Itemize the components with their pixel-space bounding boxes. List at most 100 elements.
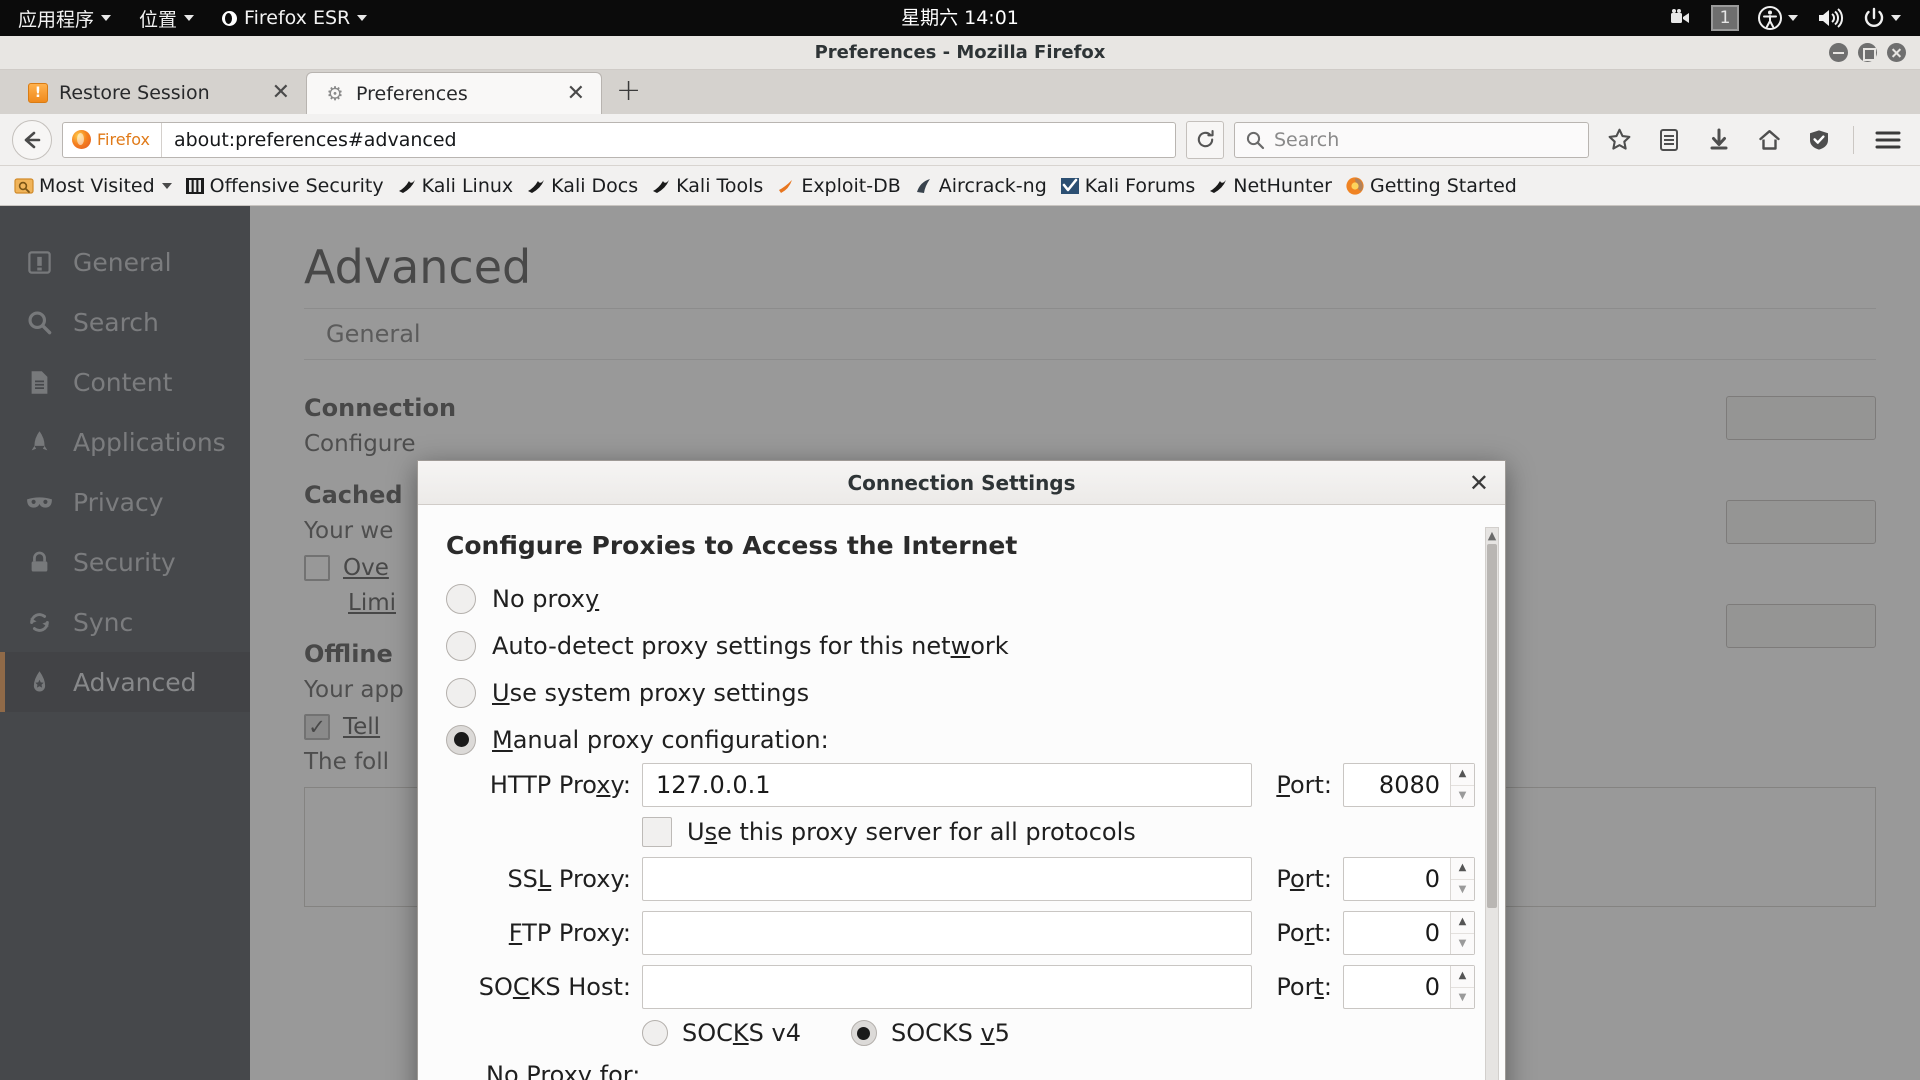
radio-system-proxy[interactable]: Use system proxy settings [446, 669, 1475, 716]
panel-menu-firefox-esr[interactable]: Firefox ESR [208, 0, 381, 36]
chevron-down-icon [101, 15, 112, 21]
radio-manual-proxy-button[interactable] [446, 724, 476, 755]
radio-socks-v4-button[interactable] [642, 1020, 668, 1046]
socks-version-row: SOCKS v4 SOCKS v5 [642, 1019, 1475, 1047]
radio-no-proxy[interactable]: No proxy [446, 575, 1475, 622]
url-input[interactable]: about:preferences#advanced [162, 129, 1175, 151]
ssl-port-label: Port: [1276, 865, 1332, 893]
close-tab-button[interactable]: ✕ [563, 82, 589, 105]
back-button[interactable] [12, 119, 52, 160]
all-protocols-row[interactable]: Use this proxy server for all protocols [642, 817, 1475, 847]
bookmark-nethunter[interactable]: NetHunter [1202, 172, 1338, 200]
bookmark-getting-started[interactable]: Getting Started [1339, 172, 1523, 200]
reload-button[interactable] [1186, 120, 1224, 159]
search-bar[interactable]: Search [1234, 121, 1589, 158]
library-icon[interactable] [1649, 120, 1689, 160]
ssl-port-stepper[interactable]: 0 ▲ ▼ [1343, 857, 1475, 901]
bookmark-label: Kali Linux [421, 174, 514, 197]
bookmark-kali-linux[interactable]: Kali Linux [391, 172, 520, 200]
spin-down-icon[interactable]: ▼ [1451, 880, 1474, 901]
bookmark-aircrack-ng[interactable]: Aircrack-ng [908, 172, 1053, 200]
most-visited-icon [14, 177, 34, 194]
star-icon[interactable] [1599, 120, 1639, 160]
socks-port-value[interactable]: 0 [1344, 966, 1450, 1008]
spin-down-icon[interactable]: ▼ [1451, 934, 1474, 955]
bookmark-kali-tools[interactable]: Kali Tools [645, 172, 769, 200]
workspace-switcher[interactable]: 1 [1704, 0, 1746, 36]
radio-no-proxy-button[interactable] [446, 583, 476, 614]
url-bar[interactable]: Firefox about:preferences#advanced [62, 121, 1176, 158]
panel-menu-places[interactable]: 位置 [125, 0, 208, 36]
spin-up-icon[interactable]: ▲ [1451, 858, 1474, 880]
bookmark-offensive-security[interactable]: Offensive Security [179, 172, 390, 200]
socks-host-row: SOCKS Host: Port: 0 ▲ ▼ [446, 965, 1475, 1009]
socks-host-input[interactable] [642, 965, 1253, 1009]
bookmark-label: Kali Forums [1084, 174, 1196, 197]
bookmark-label: Exploit-DB [801, 174, 901, 197]
scroll-up-icon[interactable]: ▲ [1486, 528, 1498, 542]
new-tab-button[interactable]: + [602, 76, 657, 114]
identity-box[interactable]: Firefox [63, 122, 162, 157]
dialog-scrollbar[interactable]: ▲ [1485, 527, 1499, 1080]
shield-icon[interactable] [1799, 120, 1839, 160]
spin-down-icon[interactable]: ▼ [1451, 786, 1474, 807]
firefox-icon [72, 130, 91, 149]
http-port-value[interactable]: 8080 [1344, 764, 1450, 806]
ssl-port-spin-buttons[interactable]: ▲ ▼ [1450, 858, 1474, 900]
tab-restore-session[interactable]: ! Restore Session ✕ [10, 72, 306, 114]
ssl-port-value[interactable]: 0 [1344, 858, 1450, 900]
spin-up-icon[interactable]: ▲ [1451, 764, 1474, 786]
all-protocols-checkbox[interactable] [642, 817, 672, 847]
spin-up-icon[interactable]: ▲ [1451, 912, 1474, 934]
gear-icon: ⚙ [326, 82, 344, 105]
maximize-button[interactable] [1858, 43, 1877, 62]
dialog-title: Connection Settings [847, 470, 1076, 495]
panel-menu-applications[interactable]: 应用程序 [0, 0, 125, 36]
close-tab-button[interactable]: ✕ [268, 82, 294, 104]
menu-icon[interactable] [1868, 120, 1908, 160]
ssl-proxy-input[interactable] [642, 857, 1253, 901]
firefox-window: Preferences - Mozilla Firefox ! Restore … [0, 36, 1920, 1080]
http-port-spin-buttons[interactable]: ▲ ▼ [1450, 764, 1474, 806]
firefox-icon [1346, 176, 1364, 195]
ftp-port-spin-buttons[interactable]: ▲ ▼ [1450, 912, 1474, 954]
http-proxy-input[interactable]: 127.0.0.1 [642, 763, 1253, 807]
volume-icon[interactable] [1809, 0, 1851, 36]
bookmark-kali-forums[interactable]: Kali Forums [1054, 172, 1202, 200]
downloads-icon[interactable] [1699, 120, 1739, 160]
close-window-button[interactable] [1887, 43, 1906, 62]
spin-down-icon[interactable]: ▼ [1451, 988, 1474, 1009]
radio-auto-detect-button[interactable] [446, 630, 476, 661]
close-icon[interactable]: ✕ [1469, 471, 1505, 495]
bookmark-exploit-db[interactable]: Exploit-DB [770, 172, 906, 200]
tab-preferences[interactable]: ⚙ Preferences ✕ [306, 72, 602, 114]
screen-recorder-icon[interactable] [1662, 0, 1700, 36]
scrollbar-thumb[interactable] [1487, 544, 1497, 908]
search-input[interactable]: Search [1274, 129, 1339, 151]
ftp-port-stepper[interactable]: 0 ▲ ▼ [1343, 911, 1475, 955]
tab-strip: ! Restore Session ✕ ⚙ Preferences ✕ + [0, 70, 1920, 114]
radio-auto-detect-label: Auto-detect proxy settings for this netw… [492, 631, 1009, 660]
radio-system-proxy-button[interactable] [446, 677, 476, 708]
dialog-heading: Configure Proxies to Access the Internet [446, 531, 1018, 560]
radio-auto-detect[interactable]: Auto-detect proxy settings for this netw… [446, 622, 1475, 669]
spin-up-icon[interactable]: ▲ [1451, 966, 1474, 988]
power-menu[interactable] [1855, 0, 1908, 36]
chevron-down-icon [1788, 15, 1798, 21]
home-icon[interactable] [1749, 120, 1789, 160]
bookmark-most-visited[interactable]: Most Visited [8, 172, 178, 200]
radio-manual-proxy[interactable]: Manual proxy configuration: [446, 716, 1475, 763]
accessibility-menu[interactable] [1750, 0, 1805, 36]
socks-port-spin-buttons[interactable]: ▲ ▼ [1450, 966, 1474, 1008]
ftp-proxy-input[interactable] [642, 911, 1253, 955]
minimize-button[interactable] [1829, 43, 1848, 62]
bookmark-label: NetHunter [1233, 174, 1332, 197]
ssl-proxy-label: SSL Proxy: [507, 865, 631, 893]
ftp-proxy-row: FTP Proxy: Port: 0 ▲ ▼ [446, 911, 1475, 955]
socks-port-stepper[interactable]: 0 ▲ ▼ [1343, 965, 1475, 1009]
radio-socks-v5-button[interactable] [850, 1020, 877, 1046]
bookmark-label: Most Visited [39, 174, 155, 197]
http-port-stepper[interactable]: 8080 ▲ ▼ [1343, 763, 1475, 807]
bookmark-kali-docs[interactable]: Kali Docs [520, 172, 644, 200]
ftp-port-value[interactable]: 0 [1344, 912, 1450, 954]
